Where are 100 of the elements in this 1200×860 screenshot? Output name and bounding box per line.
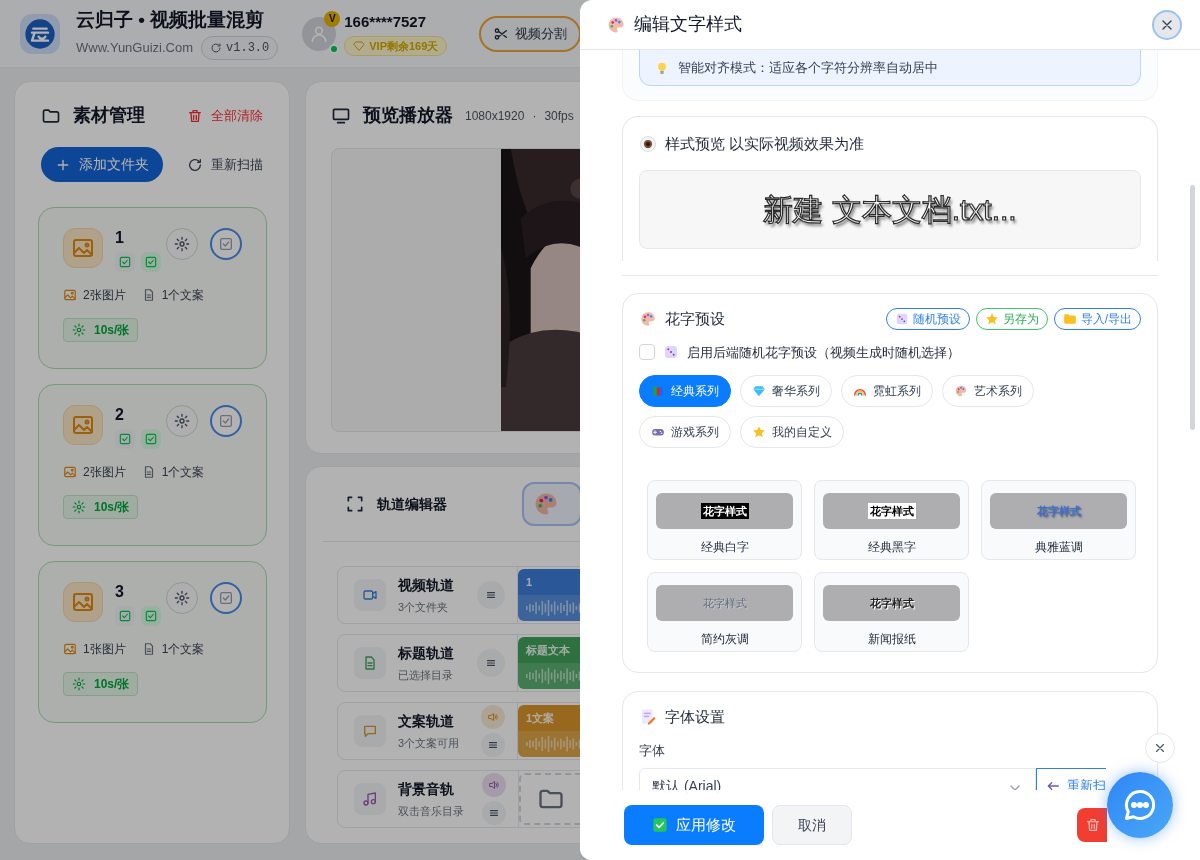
dice-icon	[663, 344, 679, 361]
version-button[interactable]: v1.3.0	[201, 35, 279, 60]
settings-icon	[174, 413, 190, 429]
card-title: 花字预设	[665, 309, 725, 329]
settings-icon	[72, 500, 86, 514]
select-button[interactable]	[210, 405, 242, 437]
diamond-icon	[752, 384, 766, 398]
text-count: 1个文案	[161, 464, 205, 481]
checkbox[interactable]	[141, 429, 161, 449]
track-subtitle: 3个文案可用	[398, 735, 460, 751]
style-name: 典雅蓝调	[1034, 539, 1083, 556]
diamond-icon	[353, 39, 366, 52]
folder-card[interactable]: 2 2张图片 1个文案 10s/张	[38, 384, 267, 546]
style-preset-tile[interactable]: 花字样式 简约灰调	[647, 572, 802, 652]
settings-button[interactable]	[166, 405, 198, 437]
style-preset-tile[interactable]: 花字样式 经典白字	[647, 480, 802, 560]
settings-icon	[72, 677, 86, 691]
checkbox[interactable]	[141, 252, 161, 272]
category-tab[interactable]: 艺术系列	[942, 375, 1034, 407]
folder-card[interactable]: 1 2张图片 1个文案 10s/张	[38, 207, 267, 369]
checkbox-icon	[652, 817, 668, 833]
refresh-icon	[187, 156, 203, 173]
memo-icon	[639, 708, 657, 727]
image-icon	[71, 413, 95, 437]
preset-action-button[interactable]: 随机预设	[885, 308, 970, 331]
speaker-icon	[488, 779, 500, 791]
clip-label: 1	[526, 574, 533, 590]
track-name: 视频轨道	[398, 575, 454, 595]
text-count: 1个文案	[161, 641, 205, 658]
toolbar-button[interactable]: 视频分割	[479, 15, 582, 52]
books-icon	[651, 384, 665, 398]
track-subtitle: 双击音乐目录	[398, 803, 464, 819]
style-preset-tile[interactable]: 花字样式 典雅蓝调	[981, 480, 1136, 560]
preview-sample-text: 新建 文本文档.txt...	[763, 191, 1017, 228]
clip-label: 标题文本	[526, 642, 570, 658]
image-count: 2张图片	[83, 464, 126, 481]
palette-button[interactable]	[522, 482, 582, 526]
rescan-button[interactable]: 重新扫描	[187, 154, 263, 175]
category-tab[interactable]: 奢华系列	[740, 375, 832, 407]
tip-text: 智能对齐模式：适应各个字符分辨率自动居中	[678, 58, 938, 77]
swatch-sample-text: 花字样式	[1036, 503, 1081, 519]
checkbox[interactable]	[115, 252, 135, 272]
check-icon	[218, 236, 234, 252]
speaker-icon	[487, 711, 499, 723]
separator-text: ·	[532, 107, 537, 125]
folder-name: 2	[115, 405, 125, 425]
settings-icon	[174, 590, 190, 606]
image-icon	[71, 590, 95, 614]
select-button[interactable]	[210, 582, 242, 614]
settings-icon	[72, 323, 86, 337]
scissors-icon	[493, 25, 510, 42]
delete-button[interactable]	[1077, 808, 1107, 842]
star-icon	[752, 425, 766, 439]
trash-icon	[1085, 817, 1101, 833]
drag-handle[interactable]	[477, 581, 505, 609]
preset-action-button[interactable]: 导入/导出	[1053, 308, 1141, 331]
track-name: 标题轨道	[398, 643, 454, 663]
add-folder-button[interactable]: 添加文件夹	[41, 147, 163, 182]
checkbox[interactable]	[639, 344, 655, 361]
scrollbar-thumb[interactable]	[1190, 185, 1195, 430]
swatch-sample-text: 花字样式	[867, 502, 916, 520]
category-tab[interactable]: 游戏系列	[639, 416, 731, 448]
image-icon	[63, 288, 77, 302]
clip-label: 1文案	[526, 710, 555, 726]
settings-button[interactable]	[166, 582, 198, 614]
style-preset-tile[interactable]: 花字样式 经典黑字	[814, 480, 969, 560]
apply-button[interactable]: 应用修改	[624, 805, 764, 845]
phone-number: 166****7527	[344, 12, 427, 33]
checkbox[interactable]	[115, 606, 135, 626]
checkbox[interactable]	[115, 429, 135, 449]
close-icon	[1153, 741, 1167, 755]
category-tab[interactable]: 经典系列	[639, 375, 731, 407]
swatch-sample-text: 花字样式	[702, 595, 747, 611]
image-icon	[63, 465, 77, 479]
expand-icon	[345, 494, 365, 514]
app-title: 云归子 • 视频批量混剪	[76, 7, 266, 32]
category-tab[interactable]: 我的自定义	[740, 416, 844, 448]
panel-title: 预览播放器	[363, 104, 453, 127]
eye-icon	[639, 135, 657, 154]
style-preset-tile[interactable]: 花字样式 新闻报纸	[814, 572, 969, 652]
card-title: 字体设置	[665, 707, 725, 727]
dialog-title: 编辑文字样式	[634, 13, 742, 36]
folder-name: 1	[115, 228, 125, 248]
swatch-sample-text: 花字样式	[869, 595, 914, 611]
select-button[interactable]	[210, 228, 242, 260]
style-name: 简约灰调	[700, 631, 749, 648]
folder-card[interactable]: 3 1张图片 1个文案 10s/张	[38, 561, 267, 723]
close-button[interactable]	[1154, 11, 1180, 38]
drag-handle[interactable]	[482, 801, 506, 825]
image-icon	[71, 236, 95, 260]
image-icon	[63, 642, 77, 656]
drag-handle[interactable]	[481, 733, 505, 757]
check-icon	[218, 590, 234, 606]
category-tab[interactable]: 霓虹系列	[841, 375, 933, 407]
style-name: 经典黑字	[867, 539, 916, 556]
drag-handle[interactable]	[477, 649, 505, 677]
check-icon	[218, 413, 234, 429]
cancel-button[interactable]: 取消	[772, 805, 852, 845]
checkbox[interactable]	[141, 606, 161, 626]
settings-button[interactable]	[166, 228, 198, 260]
